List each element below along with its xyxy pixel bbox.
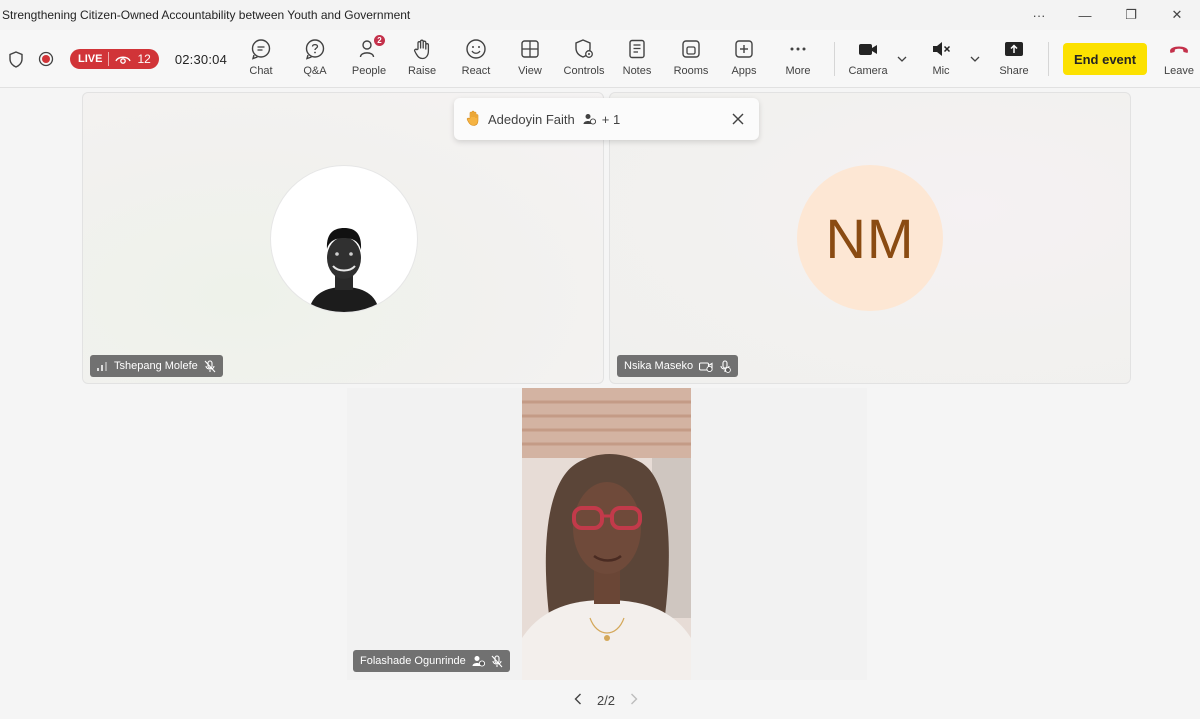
viewer-count: 12 [137, 52, 151, 66]
leave-label: Leave [1164, 65, 1194, 77]
camera-icon [857, 38, 879, 60]
camera-options-chevron-icon[interactable] [895, 52, 909, 66]
people-label: People [351, 65, 387, 77]
controls-button[interactable]: Controls [557, 38, 611, 84]
people-badge: 2 [373, 34, 386, 47]
qa-button[interactable]: Q&A [288, 38, 342, 84]
divider [108, 52, 110, 66]
presenter-icon [472, 656, 485, 667]
mic-off-icon [491, 654, 503, 667]
participant-nameplate: Tshepang Molefe [90, 355, 223, 377]
window-title: Strengthening Citizen-Owned Accountabili… [2, 8, 411, 22]
live-label: LIVE [78, 53, 103, 65]
toolbar-status: LIVE 12 02:30:04 [6, 30, 227, 88]
signal-bars-icon [97, 362, 107, 371]
notes-label: Notes [622, 65, 652, 77]
mic-button[interactable]: Mic [914, 38, 968, 84]
eye-icon [115, 56, 132, 64]
rooms-label: Rooms [673, 65, 709, 77]
grid-view-icon [519, 38, 541, 60]
live-indicator[interactable]: LIVE 12 [70, 49, 159, 69]
window-controls: ··· — ❐ ✕ [1016, 0, 1200, 30]
speaker-muted-icon [930, 38, 952, 60]
close-icon[interactable] [729, 110, 747, 128]
chevron-right-icon[interactable] [630, 693, 638, 708]
meeting-timer: 02:30:04 [174, 51, 228, 67]
participant-video [522, 388, 691, 680]
ellipsis-icon [787, 38, 809, 60]
hang-up-icon [1168, 38, 1190, 60]
react-label: React [461, 65, 491, 77]
qa-icon [304, 38, 326, 60]
raised-hand-extra-count: + 1 [601, 111, 621, 127]
controls-label: Controls [563, 65, 605, 77]
share-icon [1003, 38, 1025, 60]
raise-hand-button[interactable]: Raise [395, 38, 449, 84]
raise-label: Raise [407, 65, 437, 77]
apps-button[interactable]: Apps [717, 38, 771, 84]
shield-settings-icon [573, 38, 595, 60]
end-event-button[interactable]: End event [1063, 43, 1147, 75]
page-indicator: 2/2 [596, 692, 616, 708]
toolbar-divider [834, 42, 835, 76]
participant-name: Tshepang Molefe [114, 360, 198, 372]
avatar [271, 166, 417, 312]
chat-label: Chat [249, 65, 273, 77]
initials-avatar: NM [797, 165, 943, 311]
notes-icon [626, 38, 648, 60]
participant-nameplate: Nsika Maseko [617, 355, 739, 377]
toolbar-divider [1048, 42, 1049, 76]
presenter-icon [583, 114, 596, 125]
more-button[interactable]: More [771, 38, 825, 84]
recording-icon[interactable] [36, 49, 56, 69]
raised-hand-notification[interactable]: Adedoyin Faith + 1 [454, 98, 759, 140]
raised-hand-icon [466, 110, 480, 129]
rooms-button[interactable]: Rooms [664, 38, 718, 84]
share-label: Share [999, 65, 1029, 77]
react-button[interactable]: React [449, 38, 503, 84]
mic-label: Mic [932, 65, 950, 77]
participant-nameplate: Folashade Ogunrinde [353, 650, 510, 672]
close-window-icon[interactable]: ✕ [1154, 0, 1200, 30]
notes-button[interactable]: Notes [610, 38, 664, 84]
smiley-icon [465, 38, 487, 60]
participant-name: Folashade Ogunrinde [360, 655, 466, 667]
title-bar: Strengthening Citizen-Owned Accountabili… [0, 0, 1200, 30]
mic-options-chevron-icon[interactable] [968, 52, 982, 66]
raised-hand-name: Adedoyin Faith [488, 111, 575, 127]
mic-off-icon [204, 359, 216, 372]
chevron-left-icon[interactable] [574, 693, 582, 708]
participant-name: Nsika Maseko [624, 360, 694, 372]
chat-icon [250, 38, 272, 60]
people-icon: 2 [358, 34, 386, 60]
more-label: More [785, 65, 811, 77]
chat-button[interactable]: Chat [234, 38, 288, 84]
add-app-icon [733, 38, 755, 60]
camera-label: Camera [848, 65, 888, 77]
gallery-pager: 2/2 [574, 689, 638, 711]
camera-off-icon [699, 361, 713, 372]
view-label: View [518, 65, 542, 77]
share-button[interactable]: Share [987, 38, 1041, 84]
minimize-icon[interactable]: — [1062, 0, 1108, 30]
more-options-icon[interactable]: ··· [1016, 0, 1062, 30]
restore-icon[interactable]: ❐ [1108, 0, 1154, 30]
meeting-toolbar: LIVE 12 02:30:04 Chat Q&A 2 People Raise [0, 30, 1200, 88]
shield-icon[interactable] [6, 49, 26, 69]
hand-icon [411, 38, 433, 60]
people-button[interactable]: 2 People [342, 34, 396, 84]
mic-off-icon [720, 359, 731, 373]
qa-label: Q&A [303, 65, 327, 77]
view-button[interactable]: View [503, 38, 557, 84]
leave-button[interactable]: Leave [1152, 38, 1200, 84]
rooms-icon [680, 38, 702, 60]
apps-label: Apps [731, 65, 757, 77]
camera-button[interactable]: Camera [841, 38, 895, 84]
